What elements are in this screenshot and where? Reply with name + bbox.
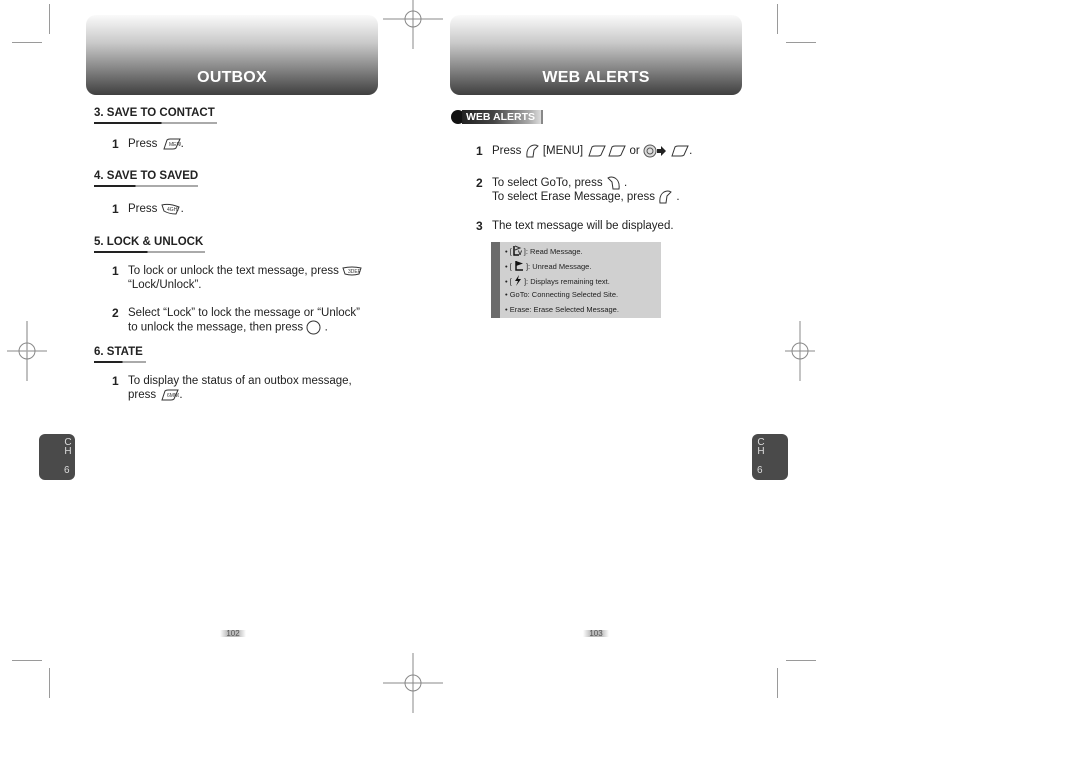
chapter-tab: CH 6 <box>39 434 75 480</box>
registration-mark <box>383 653 443 713</box>
arrow-right-icon <box>656 146 666 156</box>
svg-text:MENU: MENU <box>169 142 181 148</box>
step-number: 2 <box>112 306 119 320</box>
section-underline <box>94 122 217 124</box>
step: 1 Press [MENU] or . <box>476 144 693 158</box>
registration-mark <box>7 321 47 381</box>
crop-mark <box>777 4 778 34</box>
section-title-save-to-contact: 3. SAVE TO CONTACT <box>94 107 215 119</box>
subheading-badge: WEB ALERTS <box>451 109 544 125</box>
section-title-state: 6. STATE <box>94 346 143 358</box>
step-number: 1 <box>112 374 119 388</box>
chapter-tab: CH 6 <box>752 434 788 480</box>
subheading: WEB ALERTS <box>462 110 544 124</box>
registration-mark <box>383 0 443 49</box>
note-item: • [ ]: Displays remaining text. <box>505 275 610 286</box>
step: 2 Select “Lock” to lock the message or “… <box>112 306 361 335</box>
menu-key-icon: MENU <box>162 138 181 150</box>
crop-mark <box>49 668 50 698</box>
left-soft-key-icon <box>525 144 539 158</box>
crop-mark <box>49 4 50 34</box>
crop-mark <box>12 660 42 661</box>
remaining-text-icon <box>514 275 521 286</box>
note-item: • [V]: Read Message. <box>505 245 583 257</box>
web-alerts-banner: WEB ALERTS <box>450 15 742 95</box>
6mno-key-icon: 6MNO <box>161 389 179 401</box>
left-soft-key-icon <box>659 190 672 204</box>
note-box: • [V]: Read Message. • [ ]: Unread Messa… <box>491 242 661 318</box>
step: 2 To select GoTo, press . To select Eras… <box>476 176 680 204</box>
chapter-label: CH <box>64 437 72 457</box>
step: 1 To display the status of an outbox mes… <box>112 374 352 401</box>
step: 1 To lock or unlock the text message, pr… <box>112 264 362 291</box>
chapter-label: CH <box>757 437 765 457</box>
step-number: 3 <box>476 219 483 233</box>
chapter-number: 6 <box>64 465 70 476</box>
page-number: 102 <box>220 630 246 638</box>
registration-mark <box>785 321 815 381</box>
note-item: • Erase: Erase Selected Message. <box>505 305 619 314</box>
svg-text:3DEF: 3DEF <box>348 269 361 275</box>
read-message-icon: V <box>513 245 522 257</box>
outbox-banner: OUTBOX <box>86 15 378 95</box>
step-number: 1 <box>112 137 119 151</box>
step: 3 The text message will be displayed. <box>476 219 674 233</box>
step-number: 1 <box>112 202 119 216</box>
section-underline <box>94 251 205 253</box>
step-number: 1 <box>112 264 119 278</box>
crop-mark <box>786 42 816 43</box>
page-title: WEB ALERTS <box>542 69 650 86</box>
crop-mark <box>786 660 816 661</box>
unread-message-icon <box>515 261 523 271</box>
note-item: • GoTo: Connecting Selected Site. <box>505 290 619 299</box>
6mno-key-icon <box>608 145 627 157</box>
step: 1 Press 4GHI. <box>112 202 184 216</box>
page-title: OUTBOX <box>197 69 267 86</box>
step: 1 Press MENU. <box>112 137 184 151</box>
menu-key-icon <box>671 145 689 157</box>
section-underline <box>94 361 146 363</box>
3def-key-icon: 3DEF <box>342 266 362 276</box>
svg-text:4GHI: 4GHI <box>167 207 179 213</box>
section-title-save-to-saved: 4. SAVE TO SAVED <box>94 170 199 182</box>
step-number: 2 <box>476 176 483 190</box>
crop-mark <box>777 668 778 698</box>
crop-mark <box>12 42 42 43</box>
3def-key-icon <box>588 145 607 157</box>
note-bar <box>491 242 500 318</box>
note-item: • [ ]: Unread Message. <box>505 261 592 271</box>
ok-key-icon <box>306 320 321 335</box>
step-number: 1 <box>476 144 483 158</box>
section-title-lock-unlock: 5. LOCK & UNLOCK <box>94 236 204 248</box>
svg-text:V: V <box>518 251 522 256</box>
chapter-number: 6 <box>757 465 763 476</box>
section-underline <box>94 185 198 187</box>
nav-key-icon <box>643 144 657 158</box>
right-soft-key-icon <box>606 176 620 190</box>
svg-text:6MNO: 6MNO <box>167 393 179 399</box>
page-number: 103 <box>583 630 609 638</box>
4ghi-key-icon: 4GHI <box>160 203 180 215</box>
